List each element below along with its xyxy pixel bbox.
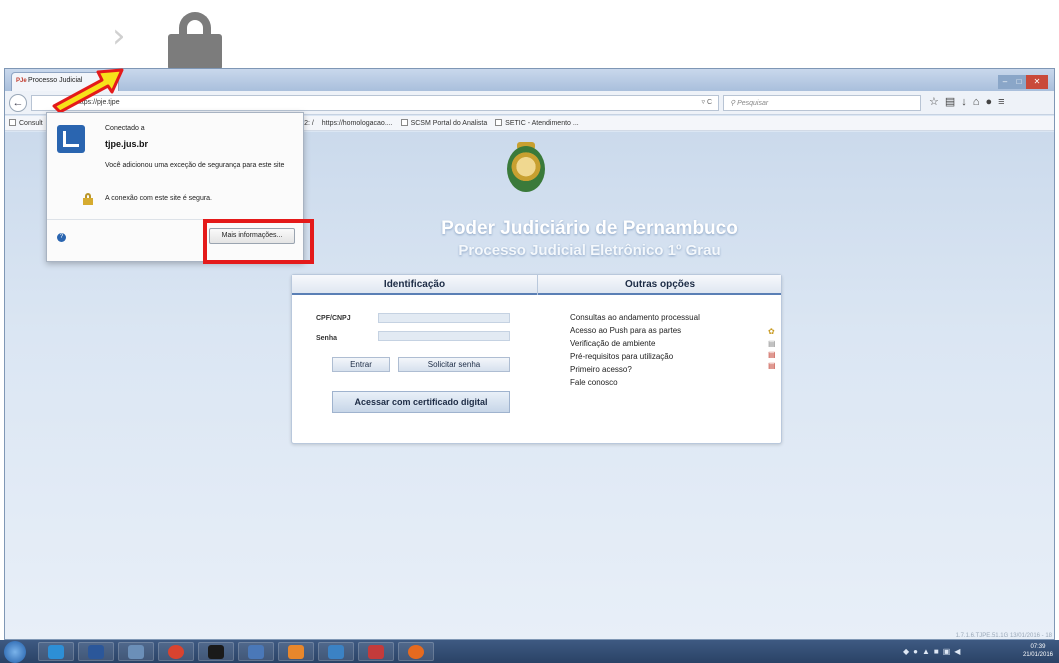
home-icon[interactable]: ⌂ [973, 96, 986, 108]
bookmark-star-icon[interactable]: ☆ [929, 96, 945, 108]
title-bar: PJe Processo Judicial – □ ✕ [5, 69, 1054, 91]
tray-icons[interactable]: ◆●▲■▣◀ [903, 647, 964, 656]
certificate-login-button[interactable]: Acessar com certificado digital [332, 391, 510, 413]
domain-name: tjpe.jus.br [105, 139, 149, 149]
bookmark-item[interactable]: Consult [9, 119, 43, 127]
coat-of-arms-icon [499, 142, 553, 196]
chevron-right-icon: › [112, 16, 126, 56]
pdf-icon[interactable]: ▤ [768, 361, 776, 370]
app-icon[interactable] [318, 642, 354, 661]
menu-icon[interactable]: ≡ [998, 96, 1010, 108]
highlight-box [203, 219, 314, 264]
app-icon[interactable] [278, 642, 314, 661]
pdf-icon[interactable]: ▤ [768, 350, 776, 359]
option-link[interactable]: Fale conosco [570, 378, 618, 387]
password-input[interactable] [378, 331, 510, 341]
chrome-icon[interactable] [158, 642, 194, 661]
card-header: Identificação Outras opções [292, 275, 781, 295]
connected-label: Conectado a [105, 125, 145, 132]
help-icon[interactable]: ? [57, 233, 66, 242]
enter-button[interactable]: Entrar [332, 357, 390, 372]
option-link[interactable]: Consultas ao andamento processual [570, 313, 700, 322]
app-icon[interactable] [238, 642, 274, 661]
password-label: Senha [316, 335, 338, 342]
cpf-label: CPF/CNPJ [316, 315, 351, 322]
back-button[interactable]: ← [9, 94, 27, 112]
document-icon[interactable]: ▤ [768, 339, 776, 348]
other-options-heading: Outras opções [624, 279, 696, 290]
minimize-button[interactable]: – [998, 75, 1012, 89]
pointer-arrow-icon [52, 68, 124, 112]
lock-icon [83, 193, 93, 205]
terminal-icon[interactable] [198, 642, 234, 661]
ie-icon[interactable] [38, 642, 74, 661]
bookmarks-menu-icon[interactable]: ▤ [945, 96, 961, 108]
window-controls: – □ ✕ [998, 71, 1050, 89]
bookmark-item[interactable]: https://homologacao.... [322, 120, 393, 127]
screenshot: › PJe Processo Judicial – □ ✕ ← https://pj… [0, 0, 1059, 663]
security-exception-text: Você adicionou uma exceção de segurança … [105, 162, 285, 169]
pje-icon: PJe [16, 78, 27, 84]
request-password-button[interactable]: Solicitar senha [398, 357, 510, 372]
identity-icon [57, 125, 85, 153]
clock[interactable]: 07:39 21/01/2016 [1023, 643, 1053, 659]
bookmark-item[interactable]: SETIC - Atendimento ... [495, 119, 579, 127]
zoom-callout: › [112, 8, 252, 70]
taskbar: ◆●▲■▣◀ 07:39 21/01/2016 [0, 640, 1059, 663]
chat-icon[interactable]: ● [985, 96, 998, 108]
app-icon[interactable] [358, 642, 394, 661]
option-link[interactable]: Primeiro acesso? [570, 365, 632, 374]
toolbar-icons: ☆▤↓⌂●≡ [929, 95, 1054, 111]
start-button[interactable] [4, 641, 26, 663]
login-card: Identificação Outras opções CPF/CNPJ Sen… [291, 274, 782, 444]
option-link[interactable]: Acesso ao Push para as partes [570, 326, 681, 335]
url-bar[interactable]: https://pje.tjpe ▿ C [31, 95, 719, 111]
lock-icon [168, 12, 222, 70]
identification-heading: Identificação [383, 279, 446, 290]
option-link[interactable]: Verificação de ambiente [570, 339, 655, 348]
search-placeholder: Pesquisar [737, 100, 769, 107]
reload-icon[interactable]: ▿ C [701, 98, 712, 106]
status-line: 1.7.1.6.TJPE.51.1G 13/01/2016 - 18 [955, 633, 1052, 639]
cpf-input[interactable] [378, 313, 510, 323]
option-link[interactable]: Pré-requisitos para utilização [570, 352, 673, 361]
bookmark-item[interactable]: SCSM Portal do Analista [400, 119, 487, 127]
word-icon[interactable] [78, 642, 114, 661]
secure-connection-text: A conexão com este site é segura. [105, 195, 213, 202]
close-button[interactable]: ✕ [1026, 75, 1048, 89]
search-input[interactable]: ⚲ Pesquisar [723, 95, 921, 111]
system-tray: ◆●▲■▣◀ 07:39 21/01/2016 [903, 642, 1053, 661]
push-icon[interactable]: ✿ [768, 327, 775, 336]
settings-icon[interactable] [118, 642, 154, 661]
maximize-button[interactable]: □ [1012, 75, 1026, 89]
firefox-icon[interactable] [398, 642, 434, 661]
download-icon[interactable]: ↓ [961, 96, 973, 108]
